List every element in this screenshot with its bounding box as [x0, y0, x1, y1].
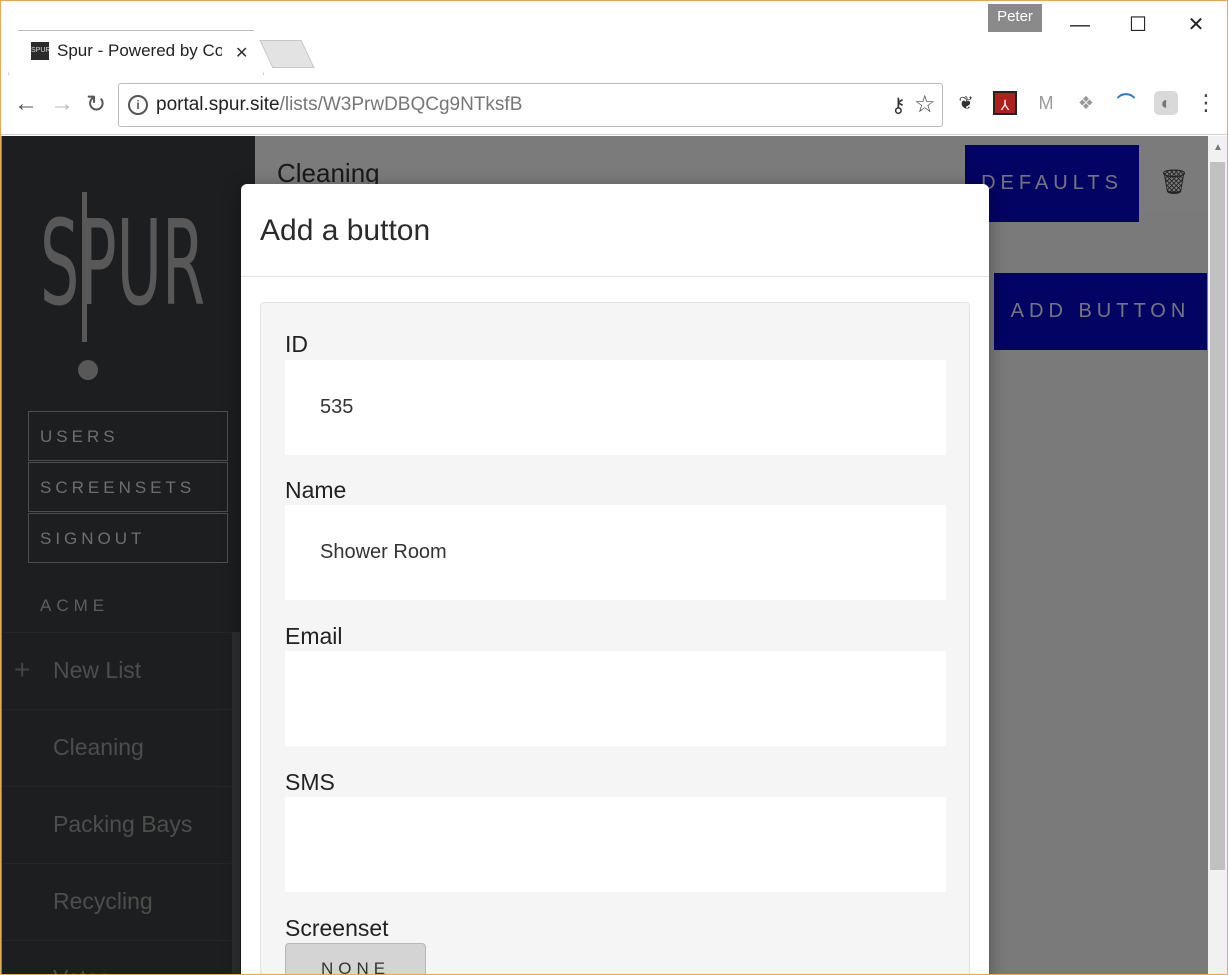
sms-label: SMS	[285, 769, 335, 795]
favicon-icon: SPUR	[31, 42, 50, 60]
browser-tab[interactable]: SPUR Spur - Powered by Conti ✕	[8, 30, 264, 75]
scrollbar-thumb[interactable]	[1210, 162, 1225, 870]
new-tab-button[interactable]	[259, 40, 315, 68]
extension-ghost-icon[interactable]: ◐	[1154, 91, 1178, 115]
minimize-icon[interactable]: —	[1060, 8, 1100, 42]
form-well: ID Name Email SMS Screenset NONE	[260, 302, 970, 975]
add-button-modal: Add a button ID Name Email SMS Screenset…	[241, 184, 989, 975]
url-text[interactable]: portal.spur.site/lists/W3PrwDBQCg9NTksfB	[156, 94, 522, 116]
acrobat-icon[interactable]: ⅄	[993, 91, 1017, 115]
screenset-select-button[interactable]: NONE	[285, 943, 426, 975]
evernote-icon[interactable]: ❦	[954, 91, 978, 115]
id-label: ID	[285, 331, 308, 357]
close-window-icon[interactable]: ✕	[1176, 8, 1216, 42]
address-bar[interactable]: i portal.spur.site/lists/W3PrwDBQCg9NTks…	[118, 83, 943, 127]
close-tab-icon[interactable]: ✕	[235, 43, 248, 63]
bookmark-star-icon[interactable]: ☆	[914, 90, 936, 119]
forward-icon[interactable]: →	[50, 90, 74, 118]
url-path: /lists/W3PrwDBQCg9NTksfB	[279, 94, 523, 115]
gmail-icon[interactable]: M	[1034, 91, 1058, 115]
email-field[interactable]	[285, 651, 946, 746]
modal-title: Add a button	[260, 214, 431, 247]
tab-title: Spur - Powered by Conti	[57, 41, 222, 60]
name-label: Name	[285, 477, 347, 503]
browser-menu-icon[interactable]: ⋮	[1194, 91, 1218, 115]
back-icon[interactable]: ←	[14, 90, 38, 118]
email-label: Email	[285, 623, 343, 649]
modal-header: Add a button	[241, 184, 989, 277]
arc-icon[interactable]: ⌒	[1114, 91, 1138, 115]
screenset-label: Screenset	[285, 915, 389, 941]
maximize-icon[interactable]: ☐	[1118, 8, 1158, 42]
page-scrollbar[interactable]: ▲	[1208, 136, 1228, 975]
name-field[interactable]	[285, 505, 946, 600]
info-icon[interactable]: i	[128, 95, 148, 115]
url-host: portal.spur.site	[156, 94, 280, 115]
profile-button[interactable]: Peter	[988, 4, 1042, 32]
browser-chrome: SPUR Spur - Powered by Conti ✕ Peter — ☐…	[0, 0, 1228, 135]
dropbox-icon[interactable]: ❖	[1074, 91, 1098, 115]
id-field[interactable]	[285, 360, 946, 455]
reload-icon[interactable]: ↻	[86, 90, 106, 119]
key-icon[interactable]: ⚷	[891, 93, 906, 118]
scroll-up-icon[interactable]: ▲	[1213, 142, 1223, 153]
sms-field[interactable]	[285, 797, 946, 892]
